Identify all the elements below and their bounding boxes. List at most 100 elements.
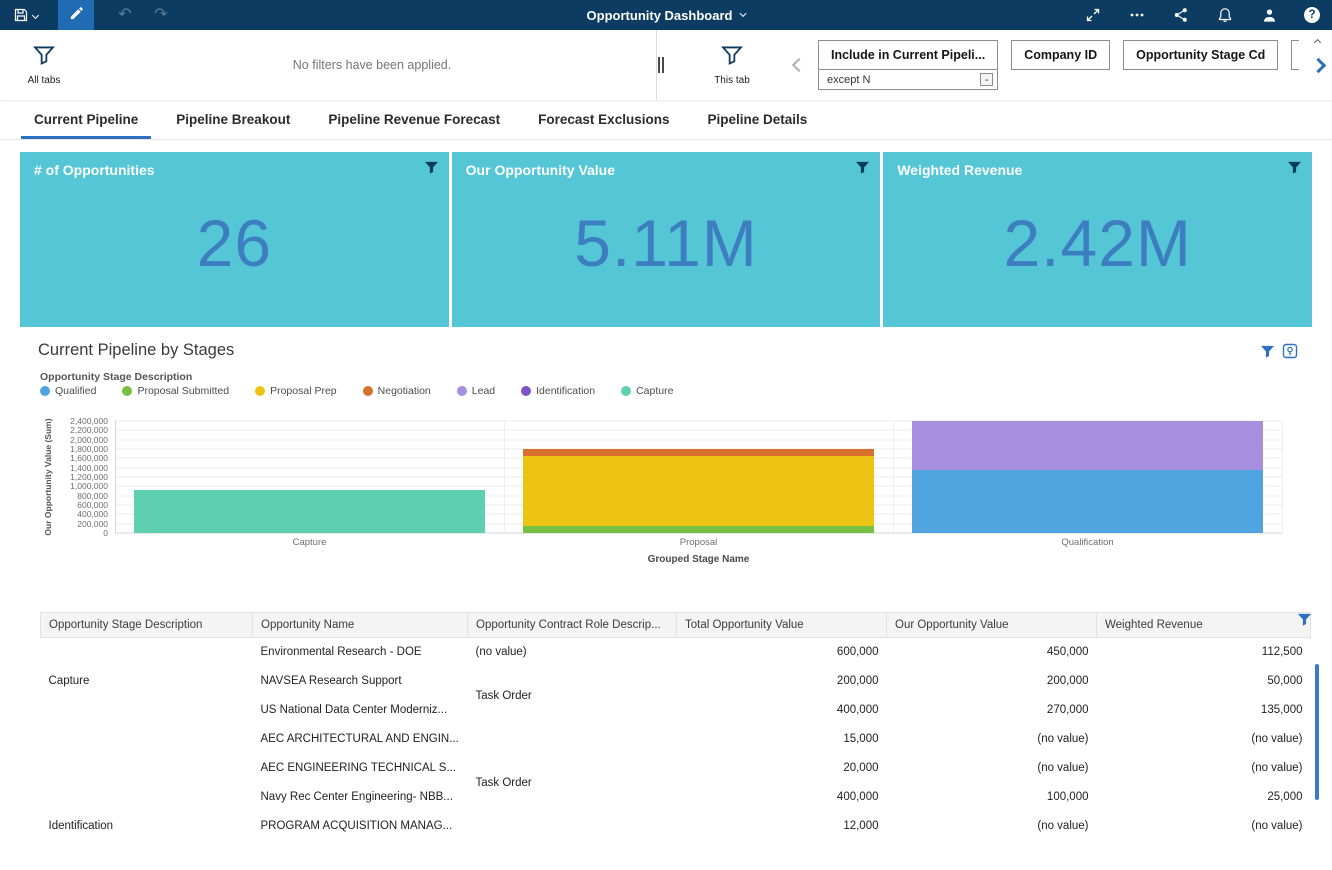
legend-item-proposal-submitted[interactable]: Proposal Submitted — [122, 385, 229, 397]
column-header-total-opportunity-value[interactable]: Total Opportunity Value — [677, 613, 887, 638]
legend-item-qualified[interactable]: Qualified — [40, 385, 96, 397]
insight-lightbulb-icon[interactable] — [1282, 343, 1298, 364]
filter-chip-company-id[interactable]: Company ID — [1011, 40, 1110, 70]
kpi-card-number-of-opportunities[interactable]: # of Opportunities 26 — [20, 152, 449, 327]
our-value-cell: 100,000 — [887, 783, 1097, 812]
kpi-card-weighted-revenue[interactable]: Weighted Revenue 2.42M — [883, 152, 1312, 327]
stage-cell — [41, 696, 253, 725]
splitter-handle-icon — [658, 57, 664, 73]
partial-filter-chip[interactable] — [1291, 40, 1299, 70]
opportunity-name-cell: Navy Rec Center Engineering- NBB... — [253, 783, 468, 812]
legend-item-negotiation[interactable]: Negotiation — [363, 385, 431, 397]
legend-label: Identification — [536, 385, 595, 397]
stacked-bar-capture[interactable] — [134, 421, 484, 533]
y-tick-label: 2,000,000 — [70, 435, 108, 445]
y-tick-label: 1,600,000 — [70, 453, 108, 463]
legend-item-lead[interactable]: Lead — [457, 385, 495, 397]
x-tick-label: Capture — [115, 537, 504, 548]
bar-segment-capture[interactable] — [134, 490, 484, 533]
filter-condition-text: except N — [827, 74, 870, 86]
legend-item-proposal-prep[interactable]: Proposal Prep — [255, 385, 337, 397]
kpi-title: Weighted Revenue — [897, 162, 1022, 178]
bar-segment-lead[interactable] — [912, 421, 1262, 470]
bar-segment-proposal-prep[interactable] — [523, 456, 873, 526]
column-header-opportunity-name[interactable]: Opportunity Name — [253, 613, 468, 638]
filter-funnel-icon[interactable] — [1260, 344, 1275, 364]
column-header-our-opportunity-value[interactable]: Our Opportunity Value — [887, 613, 1097, 638]
redo-icon[interactable]: ↷ — [152, 6, 170, 24]
column-header-opportunity-contract-role-descrip[interactable]: Opportunity Contract Role Descrip... — [468, 613, 677, 638]
notifications-bell-icon[interactable] — [1216, 6, 1234, 24]
table-row[interactable]: AEC ENGINEERING TECHNICAL S...Task Order… — [41, 754, 1311, 783]
pipeline-stages-chart-widget: Current Pipeline by Stages Opportunity S… — [0, 335, 1332, 590]
remove-condition-button[interactable]: - — [980, 73, 993, 86]
table-row[interactable]: AEC ARCHITECTURAL AND ENGIN...15,000(no … — [41, 725, 1311, 754]
column-header-weighted-revenue[interactable]: Weighted Revenue — [1097, 613, 1311, 638]
this-tab-filter-region: This tab Include in Current Pipeli... ex… — [664, 30, 1332, 100]
filter-chip-condition[interactable]: except N - — [818, 70, 998, 90]
legend-label: Capture — [636, 385, 673, 397]
legend-dot — [521, 386, 531, 396]
tab-current-pipeline[interactable]: Current Pipeline — [15, 100, 157, 139]
account-person-icon[interactable] — [1260, 6, 1278, 24]
legend-item-capture[interactable]: Capture — [621, 385, 673, 397]
table-scrollbar[interactable] — [1315, 664, 1319, 800]
filter-chip[interactable]: Include in Current Pipeli... — [818, 40, 998, 70]
table-row[interactable]: IdentificationPROGRAM ACQUISITION MANAG.… — [41, 812, 1311, 841]
chevron-left-icon[interactable] — [792, 58, 806, 72]
bar-segment-qualified[interactable] — [912, 470, 1262, 533]
table-row[interactable]: CaptureNAVSEA Research SupportTask Order… — [41, 667, 1311, 696]
this-tab-filter-button[interactable]: This tab — [688, 44, 776, 86]
total-value-cell: 400,000 — [677, 696, 887, 725]
filter-chips: Include in Current Pipeli... except N - … — [818, 40, 1299, 90]
contract-role-cell — [468, 812, 677, 841]
share-icon[interactable] — [1172, 6, 1190, 24]
table-row[interactable]: Environmental Research - DOE(no value)60… — [41, 638, 1311, 667]
tab-pipeline-breakout[interactable]: Pipeline Breakout — [157, 100, 309, 139]
save-icon[interactable] — [12, 6, 30, 24]
our-value-cell: 450,000 — [887, 638, 1097, 667]
filter-funnel-icon[interactable] — [855, 160, 870, 180]
filter-funnel-icon[interactable] — [1297, 612, 1312, 632]
our-value-cell: (no value) — [887, 812, 1097, 841]
this-tab-label: This tab — [714, 75, 750, 86]
filter-chip-opportunity-stage-cd[interactable]: Opportunity Stage Cd — [1123, 40, 1278, 70]
dashboard-title[interactable]: Opportunity Dashboard — [587, 0, 746, 30]
all-tabs-filter-button[interactable]: All tabs — [0, 44, 88, 86]
total-value-cell: 15,000 — [677, 725, 887, 754]
kpi-row: # of Opportunities 26 Our Opportunity Va… — [20, 152, 1312, 327]
weighted-revenue-cell: 112,500 — [1097, 638, 1311, 667]
x-axis-title: Grouped Stage Name — [115, 554, 1282, 565]
bar-segment-proposal-submitted[interactable] — [523, 526, 873, 533]
our-value-cell: (no value) — [887, 725, 1097, 754]
y-tick-label: 200,000 — [77, 519, 108, 529]
stacked-bar-qualification[interactable] — [912, 421, 1262, 533]
stacked-bar-proposal[interactable] — [523, 421, 873, 533]
tab-forecast-exclusions[interactable]: Forecast Exclusions — [519, 100, 688, 139]
plot-area — [115, 421, 1282, 533]
column-header-opportunity-stage-description[interactable]: Opportunity Stage Description — [41, 613, 253, 638]
kpi-value: 2.42M — [883, 205, 1312, 281]
save-menu-chevron-icon[interactable] — [32, 11, 39, 18]
weighted-revenue-cell: 50,000 — [1097, 667, 1311, 696]
chart-legend: Qualified Proposal Submitted Proposal Prep… — [40, 385, 673, 397]
legend-label: Proposal Submitted — [137, 385, 229, 397]
y-tick-label: 0 — [103, 528, 108, 538]
filter-funnel-icon[interactable] — [1287, 160, 1302, 180]
overflow-menu-icon[interactable] — [1128, 6, 1146, 24]
kpi-card-our-opportunity-value[interactable]: Our Opportunity Value 5.11M — [452, 152, 881, 327]
kpi-value: 5.11M — [452, 205, 881, 281]
undo-icon[interactable]: ↶ — [116, 6, 134, 24]
filter-funnel-icon[interactable] — [424, 160, 439, 180]
expand-icon[interactable] — [1084, 6, 1102, 24]
panel-splitter[interactable] — [656, 30, 664, 100]
stage-cell: Capture — [41, 667, 253, 696]
tab-pipeline-revenue-forecast[interactable]: Pipeline Revenue Forecast — [309, 100, 519, 139]
legend-item-identification[interactable]: Identification — [521, 385, 595, 397]
help-icon[interactable]: ? — [1304, 7, 1320, 23]
tab-pipeline-details[interactable]: Pipeline Details — [688, 100, 826, 139]
chart-title: Current Pipeline by Stages — [38, 341, 234, 360]
chevron-right-icon[interactable] — [1311, 57, 1327, 73]
edit-button[interactable] — [58, 0, 94, 30]
opportunity-name-cell: US National Data Center Moderniz... — [253, 696, 468, 725]
